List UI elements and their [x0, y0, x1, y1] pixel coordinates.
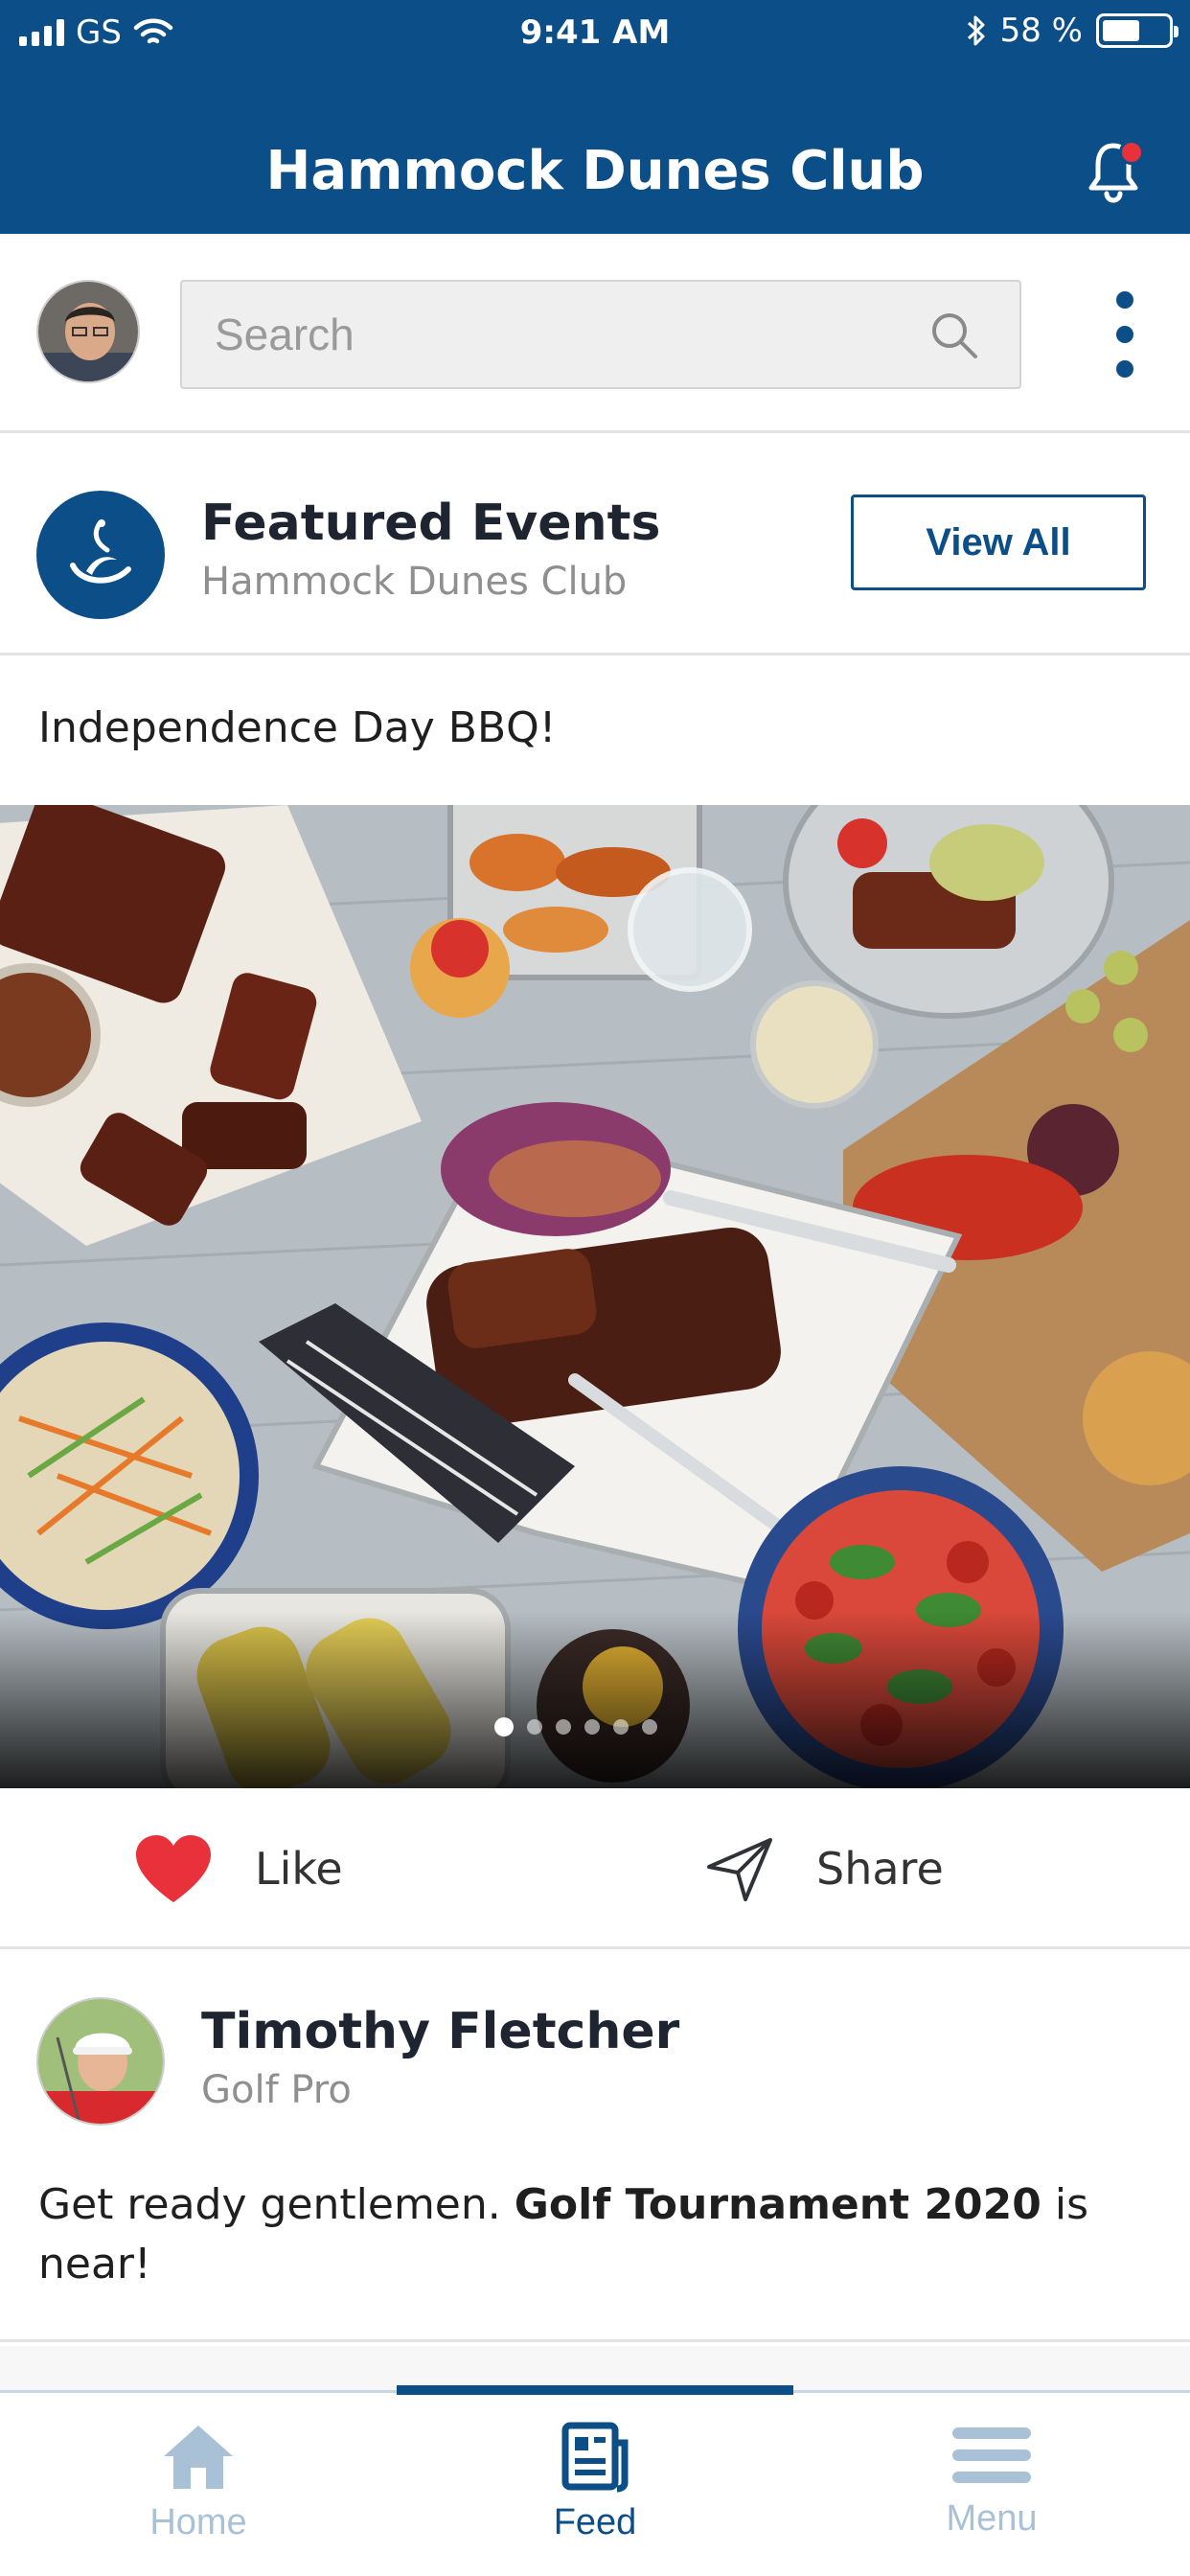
carousel-dot[interactable]	[494, 1717, 514, 1736]
status-bar: GS 9:41 AM 58 %	[0, 0, 1190, 67]
post-text-intro: Get ready gentlemen.	[38, 2180, 515, 2229]
carousel-dot[interactable]	[556, 1719, 571, 1735]
event-photo[interactable]	[0, 805, 1190, 1788]
status-right: 58 %	[966, 12, 1179, 50]
search-input[interactable]	[215, 305, 924, 364]
bluetooth-icon	[967, 15, 985, 46]
notification-badge	[1119, 140, 1144, 165]
post-actions: Like Share	[0, 1788, 1190, 1949]
send-icon	[707, 1838, 772, 1901]
feed-icon	[561, 2422, 629, 2493]
tab-menu-label: Menu	[946, 2498, 1038, 2539]
battery-fill	[1103, 20, 1139, 41]
view-all-button[interactable]: View All	[851, 494, 1146, 590]
club-logo-mark	[70, 519, 131, 584]
author-role: Golf Pro	[201, 2068, 352, 2112]
heart-icon	[136, 1835, 211, 1902]
home-icon	[164, 2426, 233, 2489]
feed-post: Timothy Fletcher Golf Pro Get ready gent…	[0, 1949, 1190, 2342]
top-bar: GS 9:41 AM 58 % Hammock Dunes Club	[0, 0, 1190, 234]
battery-icon	[1096, 13, 1179, 48]
active-tab-indicator	[397, 2385, 793, 2395]
battery-percent: 58 %	[999, 12, 1083, 50]
bbq-food-image	[0, 805, 1190, 1788]
search-icon[interactable]	[927, 309, 981, 362]
search-row	[0, 234, 1190, 433]
bottom-tab-bar: Home Feed Menu	[0, 2385, 1190, 2576]
tab-home[interactable]: Home	[0, 2422, 397, 2565]
carousel-dot[interactable]	[584, 1719, 600, 1735]
share-button[interactable]: Share	[705, 1823, 944, 1915]
featured-events-title: Featured Events	[201, 494, 661, 552]
carousel-dots[interactable]	[0, 1717, 1171, 1736]
carousel-dot[interactable]	[613, 1719, 629, 1735]
carousel-dot[interactable]	[527, 1719, 542, 1735]
notifications-button[interactable]	[1087, 140, 1144, 207]
post-text-highlight: Golf Tournament 2020	[514, 2180, 1041, 2229]
share-label: Share	[816, 1843, 944, 1895]
featured-events-subtitle: Hammock Dunes Club	[201, 560, 628, 604]
author-avatar[interactable]	[36, 1997, 165, 2126]
search-box[interactable]	[180, 280, 1021, 389]
tab-feed[interactable]: Feed	[397, 2422, 793, 2565]
tab-feed-label: Feed	[553, 2502, 637, 2542]
like-label: Like	[255, 1843, 343, 1895]
like-button[interactable]: Like	[134, 1823, 343, 1915]
author-avatar-image	[38, 1999, 163, 2124]
carousel-dot[interactable]	[642, 1719, 657, 1735]
user-avatar[interactable]	[36, 280, 140, 383]
club-logo	[36, 491, 165, 619]
tab-menu[interactable]: Menu	[793, 2422, 1190, 2565]
author-name: Timothy Fletcher	[201, 2003, 680, 2060]
more-options-button[interactable]	[1113, 291, 1136, 378]
user-avatar-image	[38, 282, 138, 381]
event-title: Independence Day BBQ!	[38, 703, 557, 752]
menu-icon	[952, 2427, 1031, 2483]
tab-home-label: Home	[149, 2502, 247, 2542]
featured-events-header: Featured Events Hammock Dunes Club View …	[0, 433, 1190, 656]
post-text: Get ready gentlemen. Golf Tournament 202…	[38, 2175, 1092, 2294]
app-title: Hammock Dunes Club	[265, 140, 925, 202]
